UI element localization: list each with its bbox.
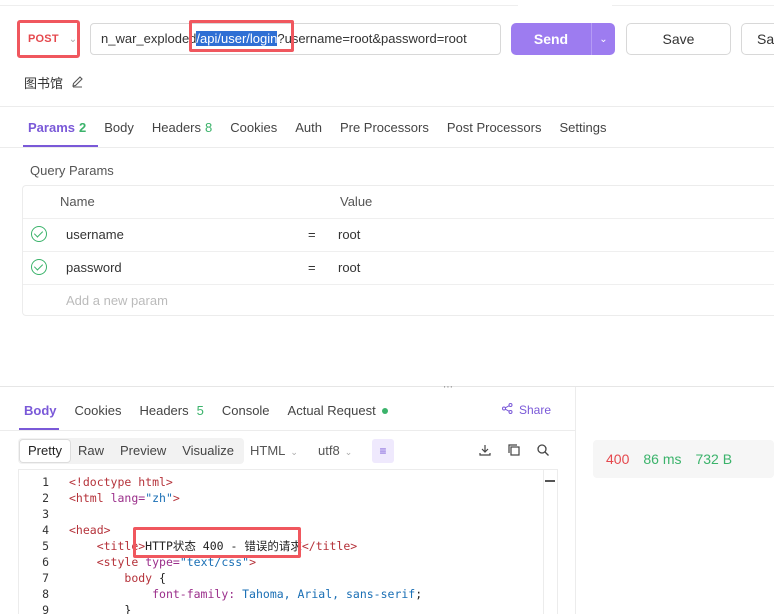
response-headers-count-badge: 5 — [196, 403, 204, 418]
tab-actual-request[interactable]: Actual Request — [288, 403, 388, 418]
share-icon — [502, 403, 513, 417]
view-pretty[interactable]: Pretty — [20, 440, 70, 462]
tab-response-body[interactable]: Body — [24, 403, 57, 418]
add-param-input[interactable]: Add a new param — [66, 293, 168, 308]
view-visualize[interactable]: Visualize — [174, 440, 242, 462]
status-dot-icon — [381, 407, 388, 414]
copy-icon[interactable] — [507, 443, 523, 459]
tab-pre-processors[interactable]: Pre Processors — [340, 120, 429, 135]
code-line: <html lang="zh"> — [69, 491, 180, 505]
panel-splitter[interactable] — [0, 386, 774, 387]
tab-headers[interactable]: Headers 8 — [152, 120, 212, 135]
chevron-down-icon: ⌄ — [290, 447, 298, 457]
view-raw[interactable]: Raw — [70, 440, 112, 462]
save-as-button[interactable]: Sav — [741, 23, 774, 55]
tab-console[interactable]: Console — [222, 403, 270, 418]
download-icon[interactable] — [478, 443, 494, 459]
top-strip — [0, 0, 774, 6]
tab-settings[interactable]: Settings — [559, 120, 606, 135]
tab-cookies[interactable]: Cookies — [230, 120, 277, 135]
divider — [0, 430, 575, 431]
save-button[interactable]: Save — [626, 23, 731, 55]
title-highlight-annotation — [133, 527, 301, 558]
request-name: 图书馆 — [24, 73, 84, 92]
url-suffix: ?username=root&password=root — [277, 31, 467, 46]
tab-post-processors[interactable]: Post Processors — [447, 120, 542, 135]
divider — [0, 106, 774, 107]
tab-body[interactable]: Body — [104, 120, 134, 135]
params-count-badge: 2 — [78, 120, 87, 135]
param-enabled-checkbox[interactable] — [31, 259, 47, 275]
search-icon[interactable] — [536, 443, 552, 459]
format-select[interactable]: HTML ⌄ — [250, 443, 298, 458]
send-button[interactable]: Send — [511, 23, 591, 55]
param-name[interactable]: password — [66, 260, 122, 275]
param-equals: = — [308, 260, 316, 275]
response-size: 732 B — [695, 451, 733, 467]
param-enabled-checkbox[interactable] — [31, 226, 47, 242]
tab-auth[interactable]: Auth — [295, 120, 322, 135]
drag-handle-icon[interactable]: ⋯ — [443, 382, 454, 393]
vertical-divider — [575, 387, 576, 614]
headers-count-badge: 8 — [205, 120, 213, 135]
share-button[interactable]: Share — [502, 403, 551, 417]
response-time: 86 ms — [643, 451, 682, 467]
query-params-title: Query Params — [30, 163, 114, 178]
code-line: <!doctype html> — [69, 475, 173, 489]
tab-response-cookies[interactable]: Cookies — [75, 403, 122, 418]
method-select[interactable]: POST ⌄ — [17, 20, 80, 58]
divider — [0, 147, 774, 148]
view-preview[interactable]: Preview — [112, 440, 174, 462]
response-tabs: Body Cookies Headers 5 Console Actual Req… — [24, 403, 406, 418]
param-name[interactable]: username — [66, 227, 124, 242]
view-mode-segmented: Pretty Raw Preview Visualize — [18, 438, 245, 464]
code-line: } — [124, 603, 132, 614]
request-name-label: 图书馆 — [24, 76, 64, 91]
tab-params[interactable]: Params 2 — [28, 120, 86, 135]
send-options-chevron-icon[interactable]: ⌄ — [591, 23, 615, 55]
code-line: font-family: Tahoma, Arial, sans-serif; — [152, 587, 423, 601]
scrollbar[interactable] — [543, 470, 557, 614]
param-value[interactable]: root — [338, 227, 360, 242]
param-value[interactable]: root — [338, 260, 360, 275]
code-line: body { — [124, 571, 166, 585]
encoding-select[interactable]: utf8 ⌄ — [318, 443, 352, 458]
status-code: 400 — [606, 451, 630, 467]
url-prefix: n_war_exploded — [101, 31, 197, 46]
url-selection: /api/user/login — [196, 31, 278, 46]
wrap-lines-icon[interactable]: ≡ — [372, 439, 394, 463]
column-header-name: Name — [60, 194, 95, 209]
edit-pencil-icon[interactable] — [71, 75, 84, 91]
chevron-down-icon: ⌄ — [344, 447, 353, 457]
response-status: 400 86 ms 732 B — [606, 451, 732, 467]
line-numbers: 1 2 3 4 5 6 7 8 9 — [42, 475, 49, 614]
column-header-value: Value — [340, 194, 373, 209]
share-label: Share — [519, 403, 552, 417]
request-tabs: Params 2 Body Headers 8 Cookies Auth Pre P… — [28, 120, 624, 135]
send-button-group[interactable]: Send ⌄ — [511, 23, 615, 55]
url-input[interactable]: n_war_exploded/api/user/login?username=r… — [90, 23, 501, 55]
tab-response-headers[interactable]: Headers 5 — [139, 403, 203, 418]
chevron-down-icon: ⌄ — [68, 33, 78, 45]
method-label: POST — [28, 33, 59, 45]
param-equals: = — [308, 227, 316, 242]
